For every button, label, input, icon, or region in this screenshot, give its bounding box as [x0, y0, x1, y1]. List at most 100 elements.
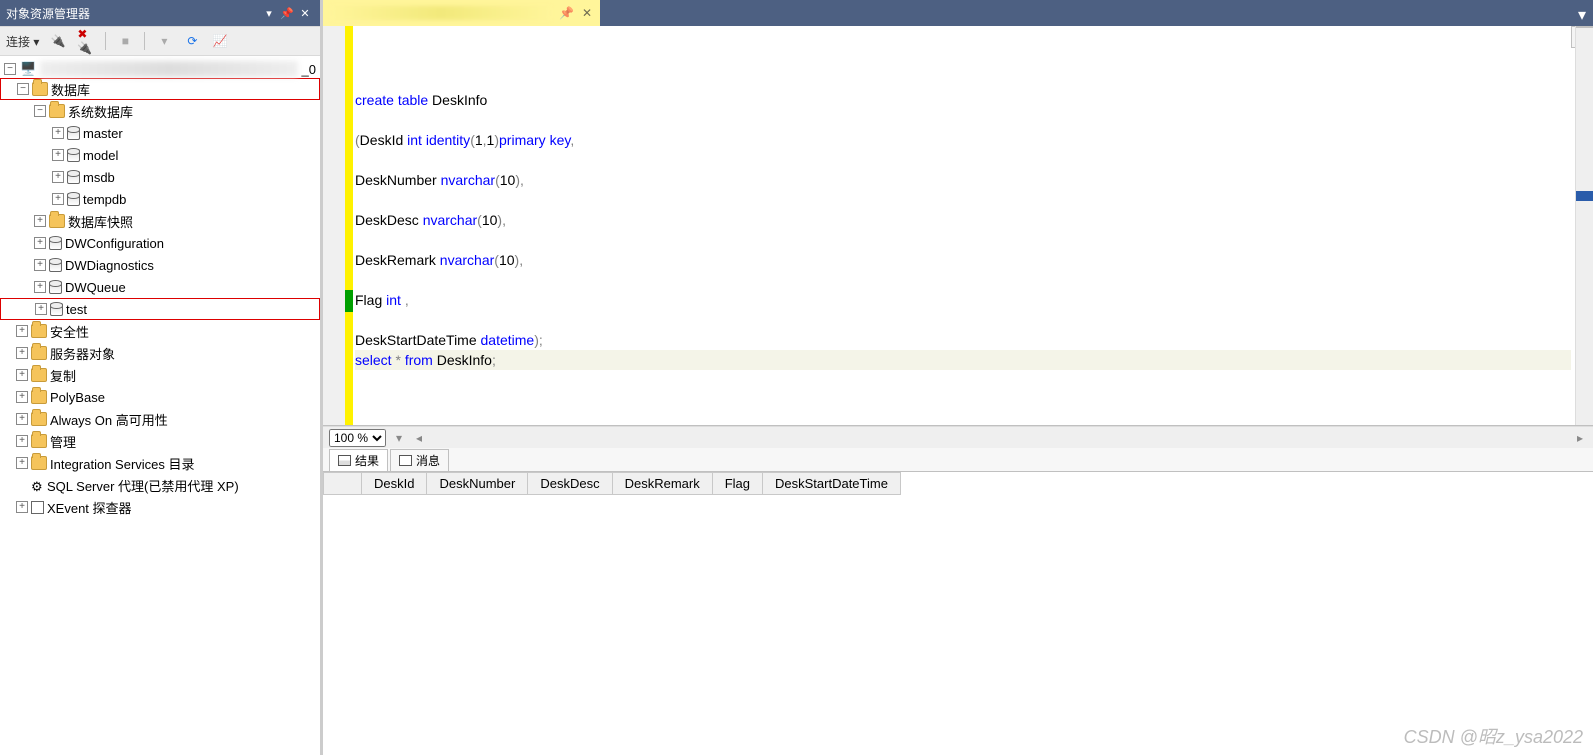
expand-icon[interactable]: + [16, 369, 28, 381]
code-line[interactable] [355, 310, 1571, 330]
expand-icon[interactable]: + [52, 149, 64, 161]
expand-icon[interactable]: + [16, 391, 28, 403]
stop-icon[interactable]: ■ [116, 32, 134, 50]
zoom-select[interactable]: 100 % [329, 429, 386, 447]
expand-icon[interactable]: + [34, 281, 46, 293]
code-line[interactable]: DeskStartDateTime datetime); [355, 330, 1571, 350]
tree-node-msdb[interactable]: +msdb [0, 166, 320, 188]
query-tab-active[interactable]: 📌 ✕ [323, 0, 600, 26]
tree-node-alwayson[interactable]: + Always On 高可用性 [0, 408, 320, 430]
tree-node-dwqueue[interactable]: +DWQueue [0, 276, 320, 298]
tree-node-replication[interactable]: + 复制 [0, 364, 320, 386]
collapse-icon[interactable]: − [17, 83, 29, 95]
expand-icon[interactable]: + [16, 501, 28, 513]
code-area[interactable]: − create table DeskInfo (DeskId int iden… [353, 26, 1575, 425]
tree-label: 服务器对象 [50, 344, 115, 363]
code-line[interactable] [355, 150, 1571, 170]
column-header[interactable]: DeskRemark [612, 473, 712, 495]
tab-overflow-icon[interactable]: ▾ [1571, 4, 1593, 26]
folder-icon [31, 324, 47, 338]
disconnect-icon[interactable]: ✖🔌 [77, 32, 95, 50]
code-line[interactable]: select * from DeskInfo; [355, 350, 1571, 370]
tree-node-polybase[interactable]: +PolyBase [0, 386, 320, 408]
sql-editor[interactable]: − create table DeskInfo (DeskId int iden… [323, 26, 1593, 426]
column-header[interactable]: Flag [712, 473, 762, 495]
code-line[interactable]: DeskDesc nvarchar(10), [355, 210, 1571, 230]
code-line[interactable] [355, 270, 1571, 290]
expand-icon[interactable]: + [16, 325, 28, 337]
collapse-icon[interactable]: − [34, 105, 46, 117]
tree-node-dwdiag[interactable]: +DWDiagnostics [0, 254, 320, 276]
expand-icon[interactable]: + [34, 215, 46, 227]
expand-icon[interactable]: + [35, 303, 47, 315]
panel-dropdown-icon[interactable]: ▾ [260, 4, 278, 22]
editor-scrollbar[interactable] [1575, 26, 1593, 425]
expand-icon[interactable]: + [16, 457, 28, 469]
zoom-down-icon[interactable]: ▾ [392, 431, 406, 445]
tree-node-management[interactable]: +管理 [0, 430, 320, 452]
column-header[interactable]: DeskId [362, 473, 427, 495]
server-name-blurred [40, 61, 297, 77]
tree-label: Always On 高可用性 [50, 410, 168, 429]
tree-node-sysdb[interactable]: −系统数据库 [0, 100, 320, 122]
expand-icon[interactable]: + [16, 347, 28, 359]
panel-close-icon[interactable]: ✕ [296, 4, 314, 22]
expand-icon[interactable]: + [16, 435, 28, 447]
code-line[interactable]: create table DeskInfo [355, 90, 1571, 110]
object-explorer-title: 对象资源管理器 [6, 5, 90, 22]
tree-node-serverobj[interactable]: + 服务器对象 [0, 342, 320, 364]
tree-label: model [83, 148, 118, 163]
connect-dropdown[interactable]: 连接 ▾ [6, 33, 39, 50]
folder-icon [32, 82, 48, 96]
results-tab[interactable]: 结果 [329, 449, 388, 471]
tree-node-test[interactable]: +test [0, 298, 320, 320]
results-grid[interactable]: DeskIdDeskNumberDeskDescDeskRemarkFlagDe… [323, 472, 1593, 755]
tree-label: 复制 [50, 366, 76, 385]
expand-icon[interactable]: + [52, 127, 64, 139]
column-header[interactable]: DeskStartDateTime [763, 473, 901, 495]
tree-node-master[interactable]: +master [0, 122, 320, 144]
tree-node-int_services[interactable]: +Integration Services 目录 [0, 452, 320, 474]
tree-node-tempdb[interactable]: +tempdb [0, 188, 320, 210]
filter-icon[interactable]: ▾ [155, 32, 173, 50]
tree-node-model[interactable]: + model [0, 144, 320, 166]
messages-tab[interactable]: 消息 [390, 449, 449, 471]
panel-pin-icon[interactable]: 📌 [278, 4, 296, 22]
code-line[interactable] [355, 190, 1571, 210]
expand-icon[interactable]: + [52, 171, 64, 183]
tab-close-icon[interactable]: ✕ [582, 6, 592, 20]
code-line[interactable] [355, 230, 1571, 250]
row-header-blank [324, 473, 362, 495]
tab-pin-icon[interactable]: 📌 [559, 6, 574, 20]
tree-node-db_snapshot[interactable]: +数据库快照 [0, 210, 320, 232]
hscroll-left-icon[interactable]: ◂ [412, 431, 426, 445]
expand-icon[interactable]: + [52, 193, 64, 205]
column-header[interactable]: DeskDesc [528, 473, 612, 495]
column-header[interactable]: DeskNumber [427, 473, 528, 495]
code-line[interactable]: DeskNumber nvarchar(10), [355, 170, 1571, 190]
connect-icon[interactable]: 🔌 [49, 32, 67, 50]
database-icon [49, 259, 62, 272]
code-line[interactable]: (DeskId int identity(1,1)primary key, [355, 130, 1571, 150]
database-icon [67, 193, 80, 206]
server-node[interactable]: − 🖥️ _0 [0, 60, 320, 78]
expand-icon[interactable]: + [34, 237, 46, 249]
activity-monitor-icon[interactable]: 📈 [211, 32, 229, 50]
hscroll-right-icon[interactable]: ▸ [1573, 431, 1587, 445]
expand-icon[interactable]: + [16, 413, 28, 425]
code-line[interactable] [355, 110, 1571, 130]
refresh-icon[interactable]: ⟳ [183, 32, 201, 50]
expand-icon[interactable]: + [34, 259, 46, 271]
object-explorer-tree[interactable]: − 🖥️ _0 −数据库−系统数据库+master+model+msdb+tem… [0, 56, 320, 755]
collapse-icon[interactable]: − [4, 63, 16, 75]
tree-node-dwconfig[interactable]: +DWConfiguration [0, 232, 320, 254]
folder-icon [49, 104, 65, 118]
tree-node-sqlagent[interactable]: ⚙SQL Server 代理(已禁用代理 XP) [0, 474, 320, 496]
tree-node-security[interactable]: +安全性 [0, 320, 320, 342]
agent-icon: ⚙ [31, 479, 44, 492]
tree-node-db_root[interactable]: −数据库 [0, 78, 320, 100]
tree-node-xevent[interactable]: +XEvent 探查器 [0, 496, 320, 518]
code-line[interactable]: Flag int , [355, 290, 1571, 310]
database-icon [67, 171, 80, 184]
code-line[interactable]: DeskRemark nvarchar(10), [355, 250, 1571, 270]
